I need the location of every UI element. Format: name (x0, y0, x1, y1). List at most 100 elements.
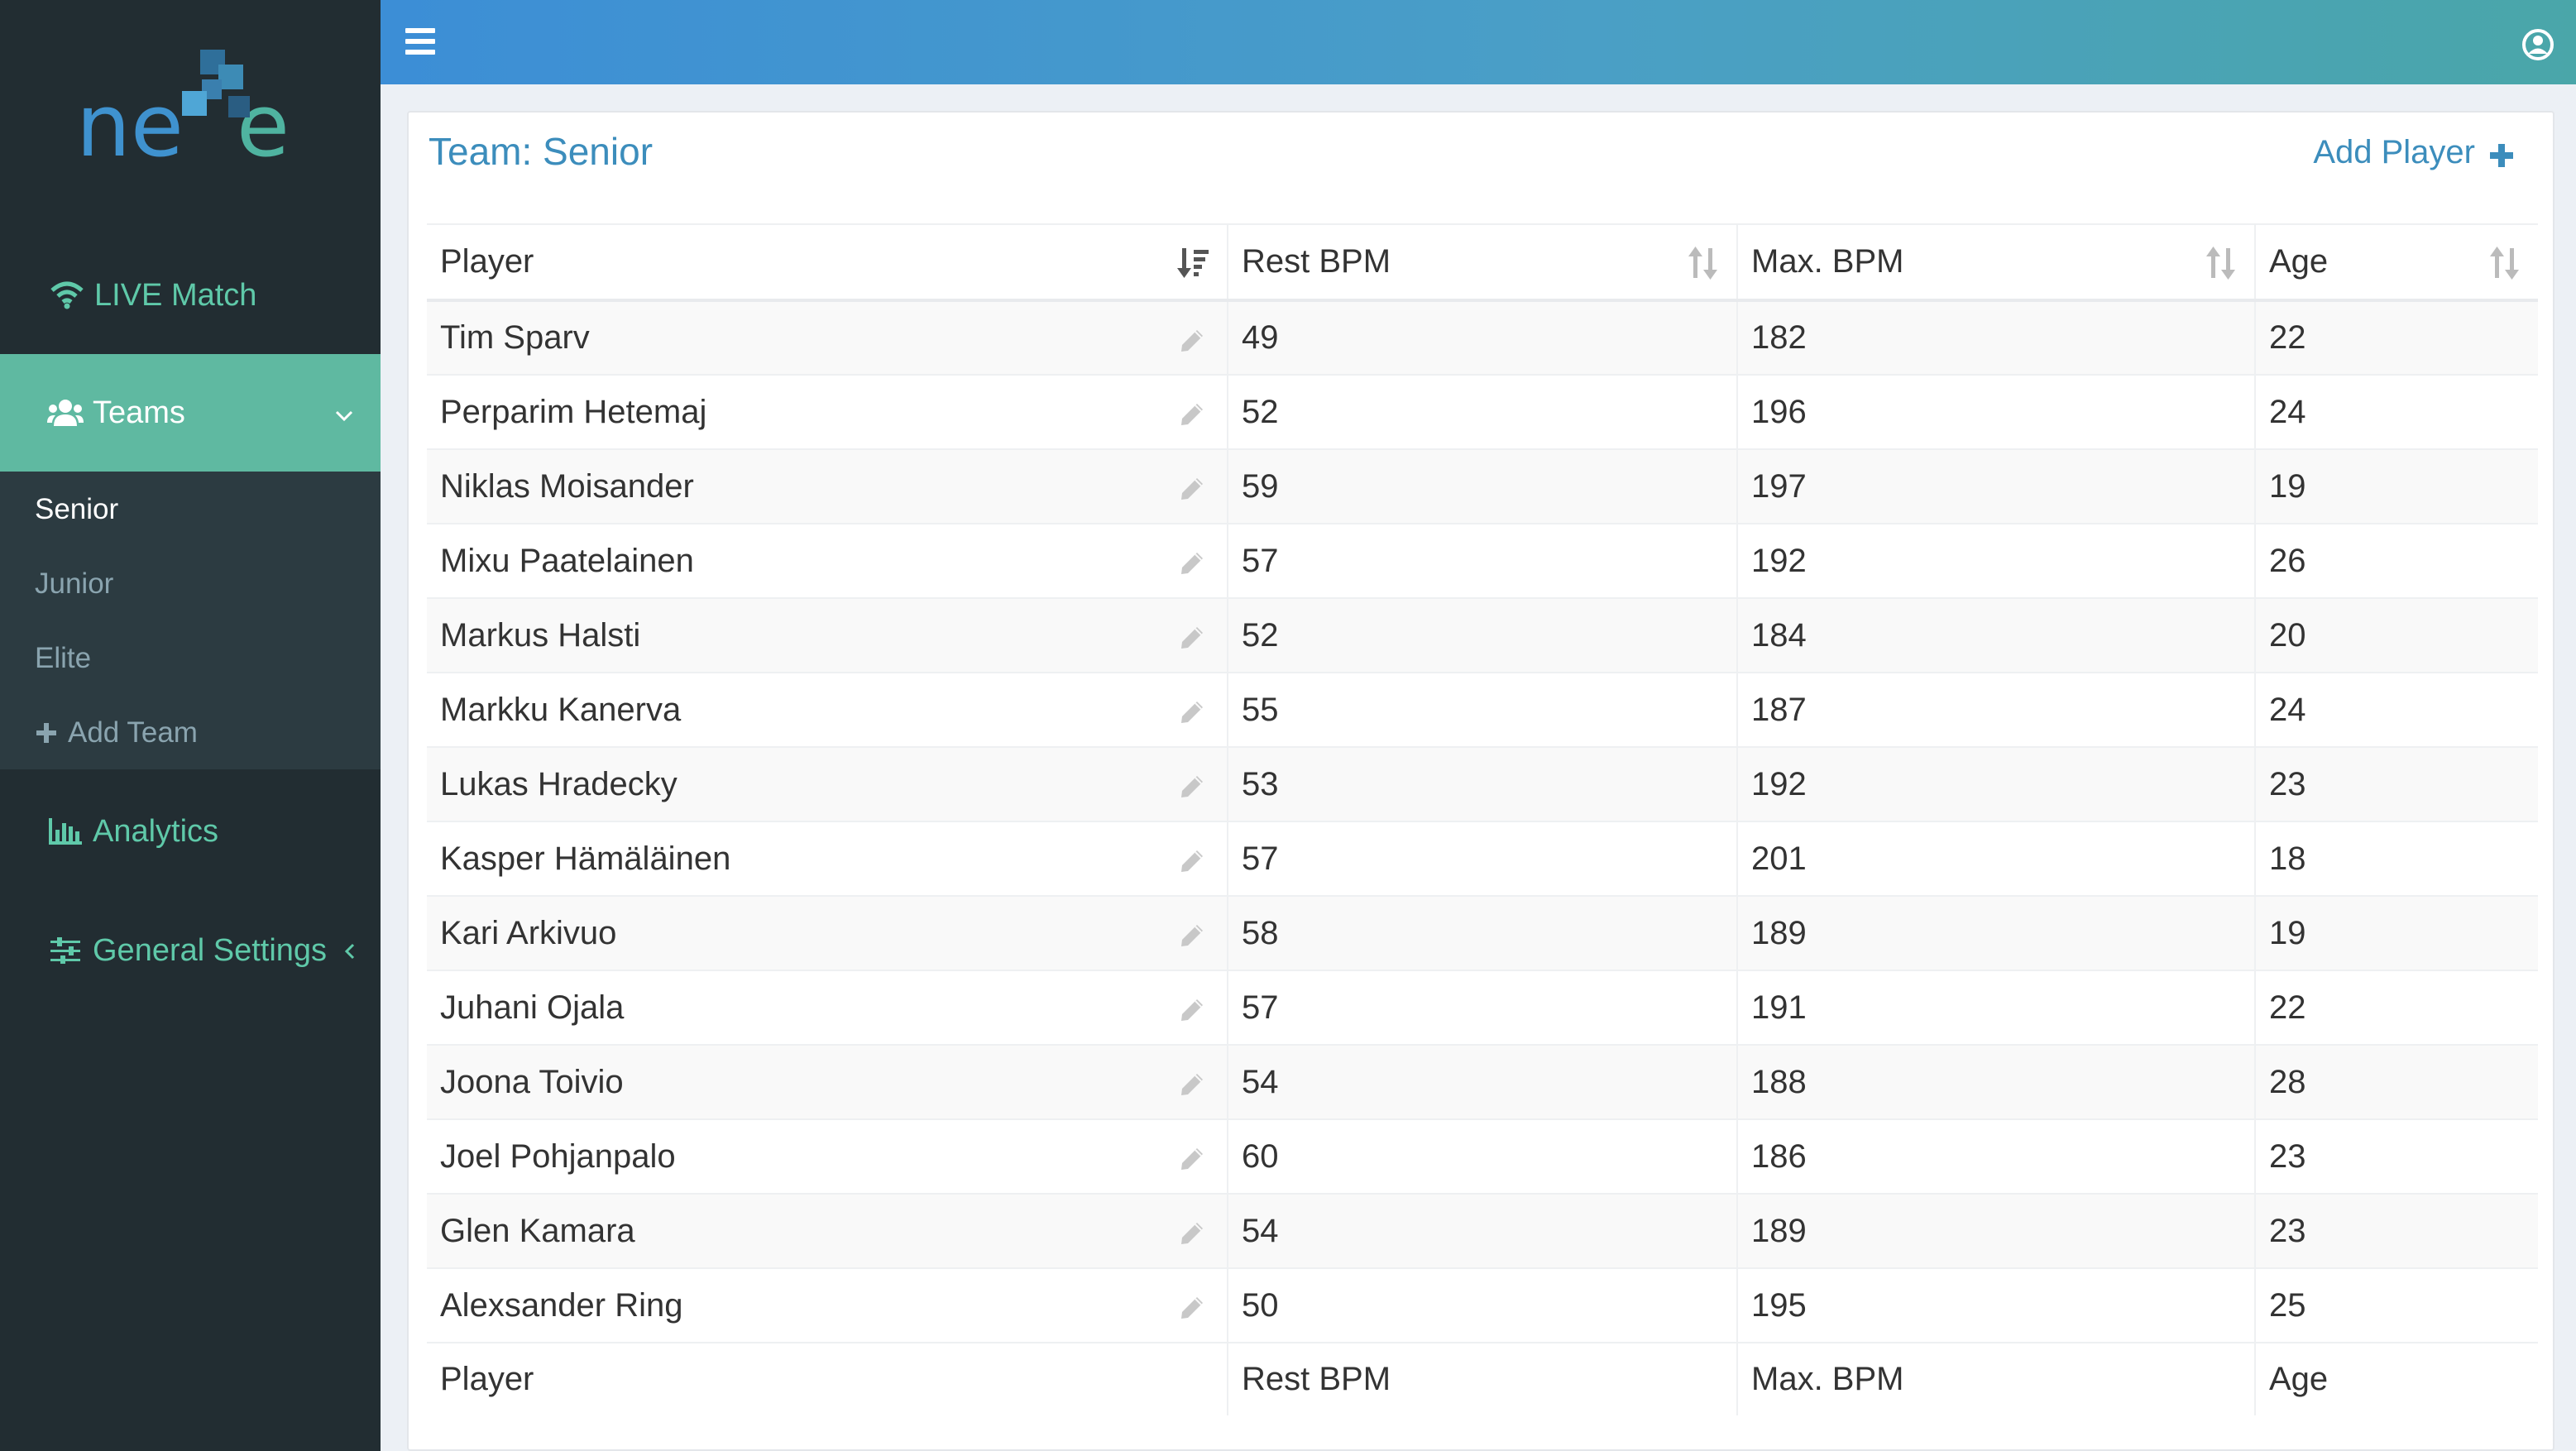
sidebar-item-analytics[interactable]: Analytics (0, 802, 381, 860)
pencil-icon[interactable] (1179, 473, 1205, 500)
pencil-icon[interactable] (1179, 994, 1205, 1021)
cell-value: 25 (2269, 1286, 2306, 1324)
cell-value: 50 (1242, 1286, 1279, 1324)
cell-value: 186 (1751, 1137, 1807, 1175)
cell-value: 59 (1242, 467, 1279, 505)
column-header-rest-bpm[interactable]: Rest BPM (1228, 223, 1738, 302)
max-bpm-cell: 189 (1737, 896, 2256, 971)
max-bpm-cell: 197 (1737, 449, 2256, 524)
age-cell: 18 (2255, 821, 2538, 897)
age-cell: 22 (2255, 970, 2538, 1046)
cell-value: 22 (2269, 319, 2306, 356)
players-table: Player Rest BPM Max. BPM Age Tim Sparv 4… (427, 223, 2538, 1415)
column-header-label: Max. BPM (1751, 243, 1904, 280)
sidebar-item-label: Analytics (93, 813, 219, 849)
max-bpm-cell: 191 (1737, 970, 2256, 1046)
column-header-age[interactable]: Age (2255, 223, 2538, 302)
cell-value: 191 (1751, 989, 1807, 1026)
table-row: Markku Kanerva 55 187 24 (427, 673, 2538, 748)
add-player-button[interactable]: Add Player (2313, 134, 2515, 171)
cell-value: Lukas Hradecky (440, 765, 678, 802)
pencil-icon[interactable] (1179, 1143, 1205, 1170)
svg-text:e: e (237, 75, 290, 162)
table-row: Kari Arkivuo 58 189 19 (427, 896, 2538, 971)
player-name-cell: Lukas Hradecky (427, 747, 1228, 822)
rest-bpm-cell: 57 (1228, 524, 1738, 599)
top-header (381, 0, 2576, 84)
player-name-cell: Kasper Hämäläinen (427, 821, 1228, 897)
age-cell: 23 (2255, 747, 2538, 822)
pencil-icon[interactable] (1179, 771, 1205, 797)
column-header-max-bpm[interactable]: Max. BPM (1737, 223, 2256, 302)
pencil-icon[interactable] (1179, 622, 1205, 649)
player-name-cell: Perparim Hetemaj (427, 375, 1228, 450)
sort-icon[interactable] (2487, 245, 2523, 281)
pencil-icon[interactable] (1179, 325, 1205, 352)
pencil-icon[interactable] (1179, 1218, 1205, 1244)
column-header-player[interactable]: Player (427, 223, 1228, 302)
sidebar-item-label: Add Team (68, 716, 198, 749)
cell-value: Kari Arkivuo (440, 914, 617, 951)
bar-chart-icon (46, 812, 84, 850)
rest-bpm-cell: 49 (1228, 300, 1738, 376)
chevron-left-icon (343, 933, 357, 969)
cell-value: Kasper Hämäläinen (440, 840, 731, 877)
rest-bpm-cell: 54 (1228, 1045, 1738, 1120)
max-bpm-cell: 182 (1737, 300, 2256, 376)
age-cell: 23 (2255, 1194, 2538, 1269)
age-cell: 24 (2255, 673, 2538, 748)
cell-value: Niklas Moisander (440, 467, 694, 505)
rest-bpm-cell: 60 (1228, 1119, 1738, 1195)
cell-value: 197 (1751, 467, 1807, 505)
sort-icon[interactable] (1685, 245, 1721, 281)
sliders-icon (46, 931, 84, 970)
player-name-cell: Markus Halsti (427, 598, 1228, 673)
pencil-icon[interactable] (1179, 548, 1205, 574)
cell-value: Joel Pohjanpalo (440, 1137, 676, 1175)
cell-value: Markus Halsti (440, 616, 641, 654)
sidebar-item-junior[interactable]: Junior (35, 559, 113, 609)
add-team-button[interactable]: Add Team (35, 708, 198, 758)
cell-value: 58 (1242, 914, 1279, 951)
cell-value: 55 (1242, 691, 1279, 728)
sidebar-item-live-match[interactable]: LIVE Match (0, 266, 381, 324)
pencil-icon[interactable] (1179, 920, 1205, 946)
max-bpm-cell: 192 (1737, 524, 2256, 599)
cell-value: 196 (1751, 393, 1807, 430)
pencil-icon[interactable] (1179, 845, 1205, 872)
sidebar-item-label: Teams (93, 395, 185, 430)
sort-icon[interactable] (2203, 245, 2239, 281)
player-name-cell: Alexsander Ring (427, 1268, 1228, 1343)
column-header-label: Rest BPM (1242, 243, 1391, 280)
player-name-cell: Niklas Moisander (427, 449, 1228, 524)
plus-icon (2488, 140, 2515, 167)
sidebar-item-elite[interactable]: Elite (35, 634, 91, 683)
pencil-icon[interactable] (1179, 1292, 1205, 1319)
rest-bpm-cell: 50 (1228, 1268, 1738, 1343)
max-bpm-cell: 184 (1737, 598, 2256, 673)
teams-submenu: Senior Junior Elite Add Team (0, 472, 381, 769)
cell-value: 26 (2269, 542, 2306, 579)
max-bpm-cell: 187 (1737, 673, 2256, 748)
user-circle-icon[interactable] (2521, 28, 2554, 61)
pencil-icon[interactable] (1179, 399, 1205, 425)
sidebar-item-teams[interactable]: Teams (0, 354, 381, 472)
table-row: Niklas Moisander 59 197 19 (427, 449, 2538, 524)
sort-desc-icon[interactable] (1175, 245, 1212, 281)
table-row: Perparim Hetemaj 52 196 24 (427, 375, 2538, 450)
pencil-icon[interactable] (1179, 1069, 1205, 1095)
svg-text:ne: ne (76, 75, 184, 162)
max-bpm-cell: 196 (1737, 375, 2256, 450)
max-bpm-cell: 195 (1737, 1268, 2256, 1343)
cell-value: 182 (1751, 319, 1807, 356)
nexe-logo[interactable]: ne e (76, 46, 308, 162)
cell-value: Glen Kamara (440, 1212, 635, 1249)
hamburger-icon[interactable] (405, 28, 435, 55)
player-name-cell: Glen Kamara (427, 1194, 1228, 1269)
sidebar-item-senior[interactable]: Senior (35, 485, 118, 534)
rest-bpm-cell: 55 (1228, 673, 1738, 748)
sidebar-item-general-settings[interactable]: General Settings (0, 922, 381, 979)
cell-value: 187 (1751, 691, 1807, 728)
column-header-label: Age (2269, 243, 2329, 280)
pencil-icon[interactable] (1179, 697, 1205, 723)
